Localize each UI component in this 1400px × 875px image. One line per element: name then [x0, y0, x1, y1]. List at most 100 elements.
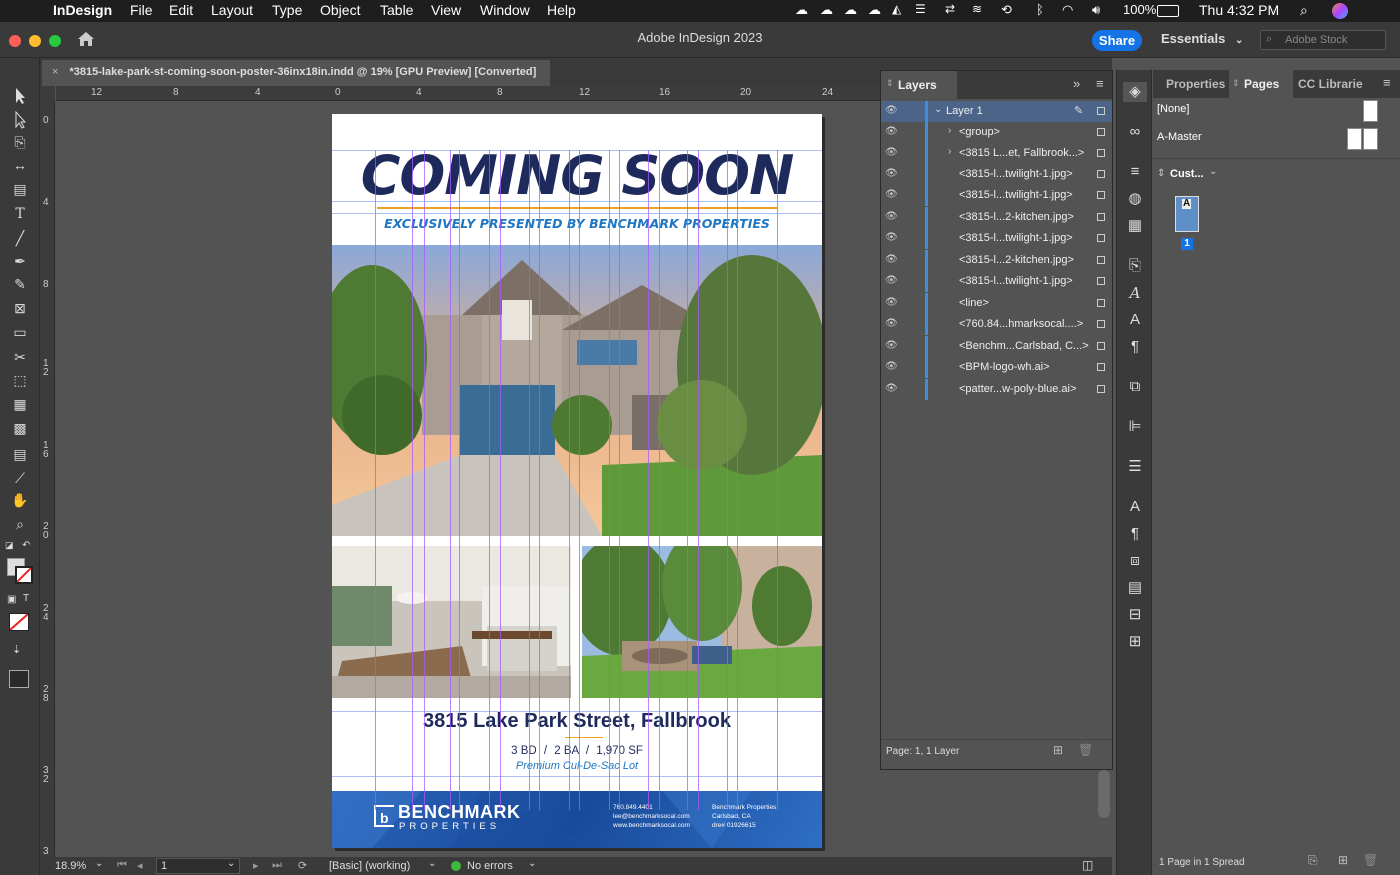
- selection-square[interactable]: [1097, 149, 1105, 157]
- stock-search-field[interactable]: ⌕ Adobe Stock: [1260, 30, 1386, 50]
- menu-type[interactable]: Type: [272, 2, 302, 18]
- character-panel-icon[interactable]: A: [1125, 310, 1145, 330]
- eyedropper-tool-icon[interactable]: ⟋: [8, 468, 32, 488]
- pencil-tool-icon[interactable]: ✎: [8, 274, 32, 294]
- chevron-right-icon[interactable]: ›: [948, 146, 951, 157]
- previous-page-icon[interactable]: ◂: [137, 859, 143, 872]
- next-page-icon[interactable]: ▸: [253, 859, 259, 872]
- selection-square[interactable]: [1097, 107, 1105, 115]
- chevron-down-icon[interactable]: ⌄: [1209, 166, 1217, 177]
- bluetooth-icon[interactable]: ᛒ: [1036, 2, 1044, 17]
- stroke-swatch[interactable]: [15, 566, 33, 584]
- none-master-label[interactable]: [None]: [1157, 103, 1189, 115]
- visibility-eye-icon[interactable]: 👁︎: [885, 168, 899, 180]
- visibility-eye-icon[interactable]: 👁︎: [885, 361, 899, 373]
- vertical-scrollbar[interactable]: [1098, 770, 1110, 818]
- default-colors-icon[interactable]: ◪: [5, 540, 17, 552]
- layer-item-row[interactable]: 👁︎ <3815-l...twilight-1.jpg>: [881, 228, 1112, 249]
- trash-icon[interactable]: 🗑︎: [1363, 853, 1378, 867]
- gap-tool-icon[interactable]: ↔: [8, 155, 32, 175]
- a-master-thumb-left[interactable]: [1347, 128, 1362, 150]
- tab-cc-libraries[interactable]: CC Librarie: [1298, 77, 1363, 91]
- visibility-eye-icon[interactable]: 👁︎: [885, 318, 899, 330]
- poster-headline[interactable]: COMING SOON: [332, 144, 822, 207]
- siri-icon[interactable]: [1332, 3, 1348, 19]
- page-number-badge[interactable]: 1: [1181, 238, 1193, 250]
- property-specs[interactable]: 3 BD / 2 BA / 1,970 SF: [332, 745, 822, 757]
- vertical-ruler[interactable]: 0 4 8 1 2 1 6 2 0 2 4 2 8 3 2 3: [40, 101, 55, 857]
- layers-tab[interactable]: ⇕ Layers: [881, 71, 957, 99]
- scissors-tool-icon[interactable]: ✂: [8, 347, 32, 367]
- apply-none-button[interactable]: [9, 613, 29, 631]
- refresh-icon[interactable]: ⟳: [298, 859, 307, 872]
- swap-colors-icon[interactable]: ↶: [22, 540, 34, 552]
- share-button[interactable]: Share: [1092, 30, 1142, 51]
- type-tool-icon[interactable]: T: [8, 204, 32, 224]
- zoom-tool-icon[interactable]: ⌕: [8, 514, 32, 534]
- visibility-eye-icon[interactable]: 👁︎: [885, 275, 899, 287]
- a-master-label[interactable]: A-Master: [1157, 131, 1202, 143]
- chevron-down-icon[interactable]: ⌄: [428, 858, 436, 869]
- layer-item-row[interactable]: 👁︎ › <3815 L...et, Fallbrook...>: [881, 143, 1112, 164]
- none-master-thumb[interactable]: [1363, 100, 1378, 122]
- menu-layout[interactable]: Layout: [211, 2, 253, 18]
- rectangle-tool-icon[interactable]: ▭: [8, 322, 32, 342]
- backyard-photo[interactable]: [582, 546, 822, 698]
- line-tool-icon[interactable]: ╱: [8, 228, 32, 248]
- layer-item-row[interactable]: 👁︎ <patter...w-poly-blue.ai>: [881, 379, 1112, 400]
- pathfinder-icon[interactable]: ⧉: [1125, 377, 1145, 397]
- layers-panel-icon[interactable]: ◈: [1123, 82, 1147, 102]
- visibility-eye-icon[interactable]: 👁︎: [885, 232, 899, 244]
- selection-square[interactable]: [1097, 320, 1105, 328]
- selection-square[interactable]: [1097, 363, 1105, 371]
- new-page-icon[interactable]: ⊞: [1338, 853, 1348, 867]
- page-size-dropdown[interactable]: Cust...: [1170, 168, 1204, 180]
- trash-icon[interactable]: 🗑︎: [1078, 743, 1093, 757]
- bolt-icon[interactable]: ≋: [972, 2, 982, 16]
- menu-object[interactable]: Object: [320, 2, 360, 18]
- layer-item-row[interactable]: 👁︎ <line>: [881, 293, 1112, 314]
- selection-square[interactable]: [1097, 256, 1105, 264]
- layer-row-layer-1[interactable]: 👁︎ ⌄ Layer 1 ✎: [881, 101, 1112, 122]
- selection-square[interactable]: [1097, 277, 1105, 285]
- layer-item-row[interactable]: 👁︎ › <group>: [881, 122, 1112, 143]
- battery-icon[interactable]: [1157, 5, 1179, 17]
- page-tool-icon[interactable]: ⎘: [8, 132, 32, 152]
- chevron-down-icon[interactable]: ⌄: [934, 104, 942, 115]
- visibility-eye-icon[interactable]: 👁︎: [885, 189, 899, 201]
- spotlight-icon[interactable]: ⌕: [1300, 2, 1308, 19]
- preview-mode-icon[interactable]: [9, 670, 29, 688]
- first-page-icon[interactable]: ⏮: [117, 859, 127, 872]
- selection-tool-icon[interactable]: [8, 86, 32, 106]
- working-style[interactable]: [Basic] (working): [329, 860, 410, 872]
- stack-icon[interactable]: ☰: [915, 2, 926, 16]
- cloud-icon[interactable]: ☁: [820, 2, 833, 18]
- selection-square[interactable]: [1097, 170, 1105, 178]
- visibility-eye-icon[interactable]: 👁︎: [885, 126, 899, 138]
- time-machine-icon[interactable]: ⟲: [1001, 2, 1012, 18]
- rectangle-frame-tool-icon[interactable]: ⊠: [8, 298, 32, 318]
- paragraph-panel-icon[interactable]: ¶: [1125, 337, 1145, 357]
- cloud-icon[interactable]: ☁: [844, 2, 857, 18]
- layer-item-row[interactable]: 👁︎ <BPM-logo-wh.ai>: [881, 357, 1112, 378]
- workspace-switcher[interactable]: Essentials ⌄: [1161, 31, 1243, 46]
- layer-item-row[interactable]: 👁︎ <3815-l...2-kitchen.jpg>: [881, 207, 1112, 228]
- table-styles-icon[interactable]: ⊞: [1125, 632, 1145, 652]
- hand-tool-icon[interactable]: ✋: [8, 490, 32, 510]
- footer-banner[interactable]: b BENCHMARK PROPERTIES 760.849.4401 lee@…: [332, 791, 822, 848]
- note-tool-icon[interactable]: ▤: [8, 444, 32, 464]
- battery-percent[interactable]: 100%: [1123, 2, 1156, 17]
- swatches-panel-icon[interactable]: ◍: [1125, 189, 1145, 209]
- zoom-level[interactable]: 18.9%: [55, 860, 86, 872]
- sync-icon[interactable]: ⇄: [945, 2, 955, 16]
- layer-item-row[interactable]: 👁︎ <3815-l...twilight-1.jpg>: [881, 271, 1112, 292]
- free-transform-tool-icon[interactable]: ⬚: [8, 370, 32, 390]
- align-panel-icon[interactable]: ⊫: [1125, 417, 1145, 437]
- ruler-origin[interactable]: [40, 86, 55, 101]
- paragraph-style-options-icon[interactable]: ¶: [1125, 524, 1145, 544]
- wifi-icon[interactable]: ◠: [1062, 2, 1073, 18]
- tab-properties[interactable]: Properties: [1166, 77, 1225, 91]
- visibility-eye-icon[interactable]: 👁︎: [885, 340, 899, 352]
- gradient-swatch-tool-icon[interactable]: ▦: [8, 394, 32, 414]
- page-number-field[interactable]: 1 ⌄: [156, 858, 240, 874]
